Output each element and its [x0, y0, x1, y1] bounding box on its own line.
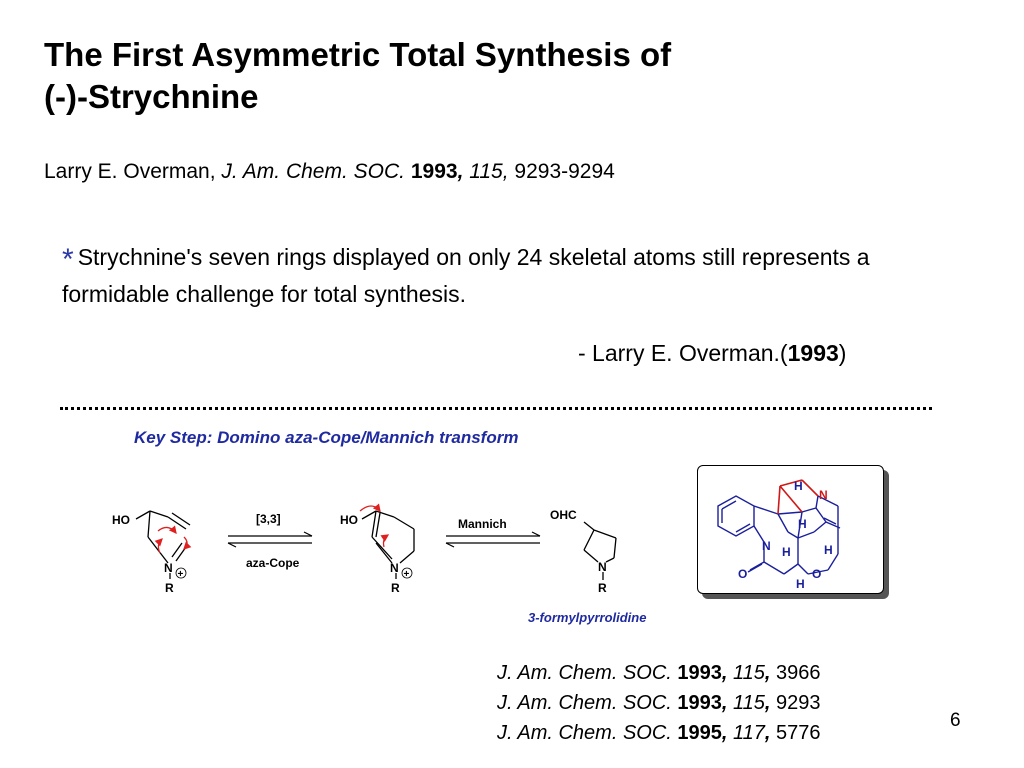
citation-pages: 9293-9294 [514, 160, 615, 183]
citation-year: 1993 [410, 160, 458, 183]
n-label-1: N [164, 561, 173, 575]
ohc-label: OHC [550, 508, 577, 522]
plus-charge-1: + [178, 569, 184, 580]
arrow1-bottom-label: aza-Cope [246, 556, 300, 570]
r-label-3: R [598, 581, 607, 595]
strychnine-o-label-1: O [738, 567, 747, 581]
equilibrium-arrow-2 [445, 531, 541, 548]
citation-journal: J. Am. Chem. SOC. [221, 160, 405, 183]
arrow2-top-label: Mannich [458, 517, 507, 531]
strychnine-h-label-5: H [796, 577, 805, 591]
citation-author: Larry E. Overman, [44, 160, 216, 183]
attribution-year: 1993 [787, 340, 839, 366]
strychnine-h-label-1: H [794, 479, 803, 493]
page-number: 6 [950, 710, 961, 731]
pyrrolidine-molecule: OHC N R [550, 508, 617, 595]
asterisk-bullet-icon: * [62, 243, 74, 276]
arrow1-top-label: [3,3] [256, 512, 281, 526]
reference-item: J. Am. Chem. SOC. 1993, 115, 3966 [497, 662, 821, 684]
strychnine-structure-box: N N O O H H H H H [697, 465, 884, 594]
ho-label-1: HO [112, 513, 130, 527]
reaction-scheme: HO N + R [3,3] aza-Cope HO N + R Mannich [112, 503, 541, 595]
r-label-1: R [165, 581, 174, 595]
strychnine-h-label-3: H [782, 545, 791, 559]
strychnine-h-label-4: H [824, 543, 833, 557]
ho-label-2: HO [340, 513, 358, 527]
key-step-heading: Key Step: Domino aza-Cope/Mannich transf… [134, 428, 519, 447]
reference-item: J. Am. Chem. SOC. 1993, 115, 9293 [497, 692, 821, 714]
n-label-2: N [390, 561, 399, 575]
slide-title: The First Asymmetric Total Synthesis of … [44, 34, 944, 118]
dotted-divider [60, 407, 932, 410]
reference-item: J. Am. Chem. SOC. 1995, 117, 5776 [497, 722, 821, 744]
strychnine-n-label-2: N [762, 539, 771, 553]
strychnine-o-label-2: O [812, 567, 821, 581]
plus-charge-2: + [404, 569, 410, 580]
citation-volume: 115 [469, 160, 503, 183]
r-label-2: R [391, 581, 400, 595]
quote-attribution: - Larry E. Overman.(1993) [578, 340, 847, 366]
quote-text: Strychnine's seven rings displayed on on… [62, 244, 870, 307]
title-line-1: The First Asymmetric Total Synthesis of [44, 36, 672, 73]
strychnine-structure: N N O O H H H H H [717, 479, 841, 591]
strychnine-h-label-2: H [798, 517, 807, 531]
product-label: 3-formylpyrrolidine [528, 610, 647, 625]
references-list: J. Am. Chem. SOC. 1993, 115, 3966 J. Am.… [497, 658, 821, 748]
strychnine-n-label-1: N [819, 488, 828, 502]
quote-block: * Strychnine's seven rings displayed on o… [62, 240, 942, 311]
citation: Larry E. Overman, J. Am. Chem. SOC. 1993… [44, 160, 615, 183]
n-label-3: N [598, 560, 607, 574]
title-line-2: (-)-Strychnine [44, 78, 259, 115]
equilibrium-arrow-1 [227, 531, 313, 548]
